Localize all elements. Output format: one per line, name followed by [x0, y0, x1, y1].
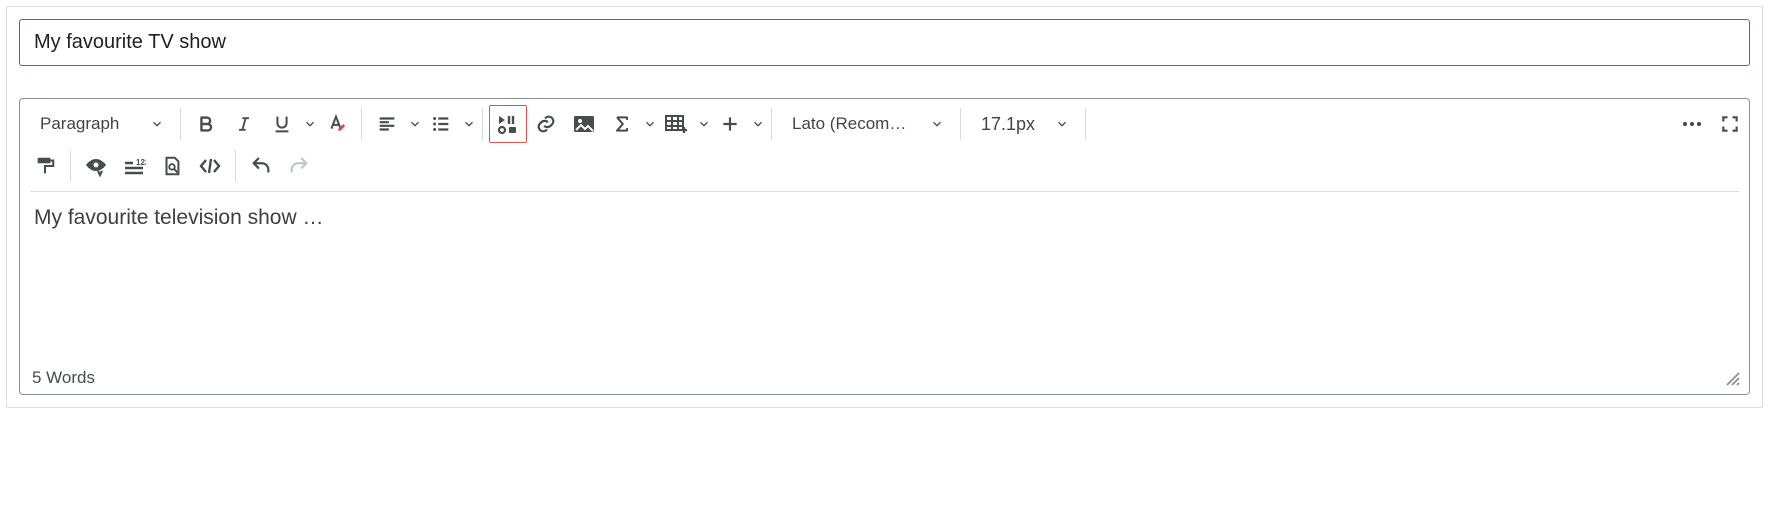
- word-count-icon: 123: [122, 156, 146, 176]
- insert-link-button[interactable]: [527, 105, 565, 143]
- toolbar-row-1: Paragraph: [20, 99, 1749, 145]
- separator: [1085, 108, 1086, 140]
- svg-text:123: 123: [136, 158, 146, 167]
- equation-button[interactable]: [603, 105, 641, 143]
- chevron-down-icon[interactable]: [303, 117, 317, 131]
- chevron-down-icon: [1055, 117, 1069, 131]
- insert-table-button[interactable]: [657, 105, 695, 143]
- resize-handle-icon[interactable]: [1723, 369, 1741, 387]
- font-size-select[interactable]: 17.1px: [967, 105, 1079, 143]
- paragraph-style-label: Paragraph: [40, 114, 119, 134]
- chevron-down-icon[interactable]: [697, 117, 711, 131]
- font-family-label: Lato (Recomm…: [792, 114, 920, 134]
- separator: [361, 108, 362, 140]
- text-color-button[interactable]: [317, 105, 355, 143]
- chevron-down-icon[interactable]: [643, 117, 657, 131]
- more-horizontal-icon: [1680, 114, 1704, 134]
- separator: [180, 108, 181, 140]
- chevron-down-icon: [930, 117, 944, 131]
- bold-icon: [195, 113, 217, 135]
- insert-image-button[interactable]: [565, 105, 603, 143]
- image-icon: [572, 113, 596, 135]
- bulleted-list-button[interactable]: [422, 105, 460, 143]
- text-color-icon: [325, 113, 347, 135]
- insert-media-button[interactable]: [489, 105, 527, 143]
- toolbar-row-2: 123: [20, 145, 1749, 191]
- font-size-label: 17.1px: [981, 114, 1035, 135]
- source-code-button[interactable]: [191, 147, 229, 185]
- list-group: [422, 105, 476, 143]
- fullscreen-icon: [1720, 114, 1740, 134]
- bold-button[interactable]: [187, 105, 225, 143]
- separator: [70, 150, 71, 182]
- separator: [482, 108, 483, 140]
- chevron-down-icon[interactable]: [462, 117, 476, 131]
- rich-text-editor: Paragraph: [19, 98, 1750, 395]
- fullscreen-button[interactable]: [1711, 105, 1749, 143]
- preview-button[interactable]: [153, 147, 191, 185]
- accessibility-checker-button[interactable]: [77, 147, 115, 185]
- underline-button[interactable]: [263, 105, 301, 143]
- title-input[interactable]: [19, 19, 1750, 66]
- format-painter-icon: [34, 155, 56, 177]
- separator: [771, 108, 772, 140]
- separator: [960, 108, 961, 140]
- align-group: [368, 105, 422, 143]
- toolbar-divider: [30, 191, 1739, 192]
- list-icon: [430, 113, 452, 135]
- word-count-label: 5 Words: [32, 368, 95, 388]
- chevron-down-icon: [150, 117, 164, 131]
- insert-more-group: [711, 105, 765, 143]
- redo-icon: [288, 155, 310, 177]
- word-count-button[interactable]: 123: [115, 147, 153, 185]
- accessibility-eye-icon: [84, 155, 108, 177]
- underline-icon: [271, 113, 293, 135]
- insert-more-button[interactable]: [711, 105, 749, 143]
- equation-group: [603, 105, 657, 143]
- font-family-select[interactable]: Lato (Recomm…: [778, 105, 954, 143]
- plus-icon: [720, 114, 740, 134]
- status-bar: 5 Words: [20, 364, 1749, 394]
- align-left-icon: [376, 113, 398, 135]
- table-group: [657, 105, 711, 143]
- redo-button[interactable]: [280, 147, 318, 185]
- chevron-down-icon[interactable]: [408, 117, 422, 131]
- paragraph-style-select[interactable]: Paragraph: [26, 105, 174, 143]
- chevron-down-icon[interactable]: [751, 117, 765, 131]
- underline-group: [263, 105, 317, 143]
- more-actions-button[interactable]: [1673, 105, 1711, 143]
- undo-button[interactable]: [242, 147, 280, 185]
- page-search-icon: [161, 155, 183, 177]
- editor-content-area[interactable]: My favourite television show …: [20, 196, 1749, 364]
- format-painter-button[interactable]: [26, 147, 64, 185]
- italic-button[interactable]: [225, 105, 263, 143]
- code-icon: [198, 156, 222, 176]
- table-icon: [664, 113, 688, 135]
- italic-icon: [234, 113, 254, 135]
- align-button[interactable]: [368, 105, 406, 143]
- undo-icon: [250, 155, 272, 177]
- editor-panel: Paragraph: [6, 6, 1763, 408]
- sigma-icon: [612, 113, 632, 135]
- link-icon: [535, 113, 557, 135]
- insert-stuff-icon: [496, 113, 520, 135]
- separator: [235, 150, 236, 182]
